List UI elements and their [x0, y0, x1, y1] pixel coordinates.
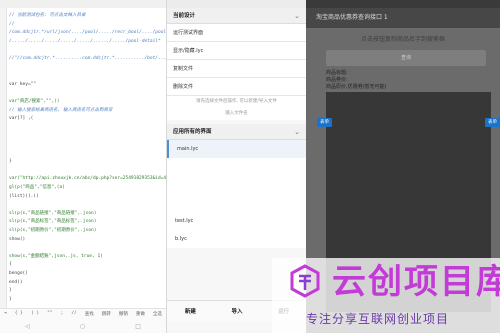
- code-line[interactable]: // 输入搜索结果商店名, 输入商店名可点击到商家: [9, 107, 113, 115]
- code-area[interactable]: // 当前测试包名: 可点击文档入目录///com.ddcjtr.*/url/j…: [0, 8, 166, 308]
- result-price: 商品券价:: [326, 77, 348, 83]
- code-line[interactable]: end(): [9, 279, 23, 287]
- file-item[interactable]: [167, 176, 306, 194]
- file-item[interactable]: b.lyc: [167, 230, 306, 248]
- editor-footer: ⇥ { } ( ) ""; // 查找 跳转 撤销 重做 全选 ◁ ○ □: [0, 308, 166, 333]
- code-line[interactable]: var key="": [9, 81, 36, 89]
- result-original: 商品原价,优惠券(暂无可能): [326, 84, 387, 90]
- form-tag-left[interactable]: 表单: [317, 118, 332, 127]
- form-tag-right[interactable]: 表单: [485, 118, 500, 127]
- result-block: 商品标题: 商品券价: 商品原价,优惠券(暂无可能): [326, 70, 491, 90]
- symbol-key[interactable]: { }: [15, 311, 23, 317]
- code-line[interactable]: /com.ddcjtr.*/url/json/..../pool/...../r…: [9, 29, 166, 37]
- file-item[interactable]: [167, 158, 306, 176]
- status-bar: [167, 0, 306, 8]
- menu-item-copy-file[interactable]: 复制文件: [167, 60, 306, 78]
- chevron-down-icon[interactable]: ⌄: [294, 8, 300, 24]
- symbol-key[interactable]: ⇥: [4, 311, 7, 317]
- back-icon[interactable]: ◁: [25, 323, 30, 330]
- code-line[interactable]: var"商店/搜索","",(): [9, 98, 60, 106]
- code-line[interactable]: sl(p(s,"初期原价","初期原价",.json): [9, 227, 96, 235]
- symbol-key[interactable]: 查找: [85, 311, 94, 317]
- symbol-key[interactable]: "": [47, 311, 52, 317]
- query-button[interactable]: 查询: [326, 50, 486, 66]
- section-title: 当前设计: [173, 13, 196, 19]
- home-icon[interactable]: ○: [80, 323, 85, 330]
- menu-hint: 请先选择文件后操作, 可以新建/导入文件: [167, 96, 306, 108]
- file-list: main.lyc test.lyc b.lyc: [167, 140, 306, 248]
- code-line[interactable]: {: [9, 261, 12, 269]
- code-line[interactable]: }: [9, 287, 12, 295]
- symbol-key[interactable]: ;: [61, 311, 64, 317]
- import-button[interactable]: 导入: [214, 301, 261, 322]
- code-line[interactable]: }: [9, 158, 12, 166]
- code-line[interactable]: sl(p(s,"商品标签","商品标签",.json): [9, 218, 96, 226]
- symbol-keyboard-row: ⇥ { } ( ) ""; // 查找 跳转 撤销 重做 全选: [0, 311, 166, 317]
- system-nav-bar: ◁ ○ □: [0, 323, 166, 330]
- code-line[interactable]: show(): [9, 236, 25, 244]
- menu-item-toggle-lyc[interactable]: 显示/隐藏.lyc: [167, 42, 306, 60]
- result-title: 商品标题:: [326, 70, 348, 76]
- section-current-design[interactable]: 当前设计 ⌄: [167, 8, 306, 24]
- symbol-key[interactable]: 撤销: [119, 311, 128, 317]
- section-app-pages[interactable]: 应用所有的界面 ⌄: [167, 124, 306, 140]
- code-editor-panel: // 当前测试包名: 可点击文档入目录///com.ddcjtr.*/url/j…: [0, 0, 166, 333]
- line-gutter: [0, 8, 7, 308]
- symbol-key[interactable]: 跳转: [102, 311, 111, 317]
- code-line[interactable]: (list)((.((: [9, 193, 39, 201]
- chevron-down-icon[interactable]: ⌄: [294, 124, 300, 140]
- code-line[interactable]: bengo(): [9, 270, 28, 278]
- code-line[interactable]: var("http://api.zhouxjk.cn/abc/dp.php?se…: [9, 175, 166, 183]
- status-bar: [0, 0, 166, 8]
- file-item[interactable]: test.lyc: [167, 212, 306, 230]
- section-title: 应用所有的界面: [173, 129, 212, 135]
- dialog-prompt: 点击按钮复制商品名字到搜索框: [360, 36, 445, 43]
- code-line[interactable]: /...../...../...../...../...../....../..…: [9, 38, 161, 46]
- watermark-title: 云创项目库: [332, 262, 500, 302]
- menu-item-run-test[interactable]: 运行测试界面: [167, 24, 306, 42]
- dialog-title: 淘宝商品优惠券查询接口 1: [306, 8, 500, 28]
- new-button[interactable]: 新建: [167, 301, 214, 322]
- status-bar: [306, 0, 500, 8]
- brand-logo-icon: [290, 264, 320, 298]
- code-line[interactable]: }: [9, 296, 12, 304]
- code-line[interactable]: sl(p(s,"商品链接","商品链接",.json): [9, 210, 96, 218]
- symbol-key[interactable]: 全选: [153, 311, 162, 317]
- watermark-subtitle: 专注分享互联网创业项目: [306, 312, 450, 326]
- code-line[interactable]: //: [9, 21, 14, 29]
- code-line[interactable]: gl(p("商品","信息",(a): [9, 184, 65, 192]
- recents-icon[interactable]: □: [135, 323, 141, 330]
- menu-hint-filename: 输入文件名: [167, 108, 306, 120]
- code-line[interactable]: //"//com.ddcjtr.*..........com.ddcjtr.*.…: [9, 55, 166, 63]
- symbol-key[interactable]: ( ): [31, 311, 39, 317]
- symbol-key[interactable]: 重做: [136, 311, 145, 317]
- file-item[interactable]: [167, 194, 306, 212]
- code-line[interactable]: // 当前测试包名: 可点击文档入目录: [9, 12, 86, 20]
- menu-item-delete-file[interactable]: 删除文件: [167, 78, 306, 96]
- file-item[interactable]: main.lyc: [167, 140, 306, 158]
- watermark: 云创项目库 专注分享互联网创业项目: [272, 258, 500, 333]
- code-line[interactable]: show(s,"金额结账",json,.js, true, 1): [9, 253, 103, 261]
- symbol-key[interactable]: //: [71, 311, 76, 317]
- code-line[interactable]: var[?] ,(: [9, 115, 33, 123]
